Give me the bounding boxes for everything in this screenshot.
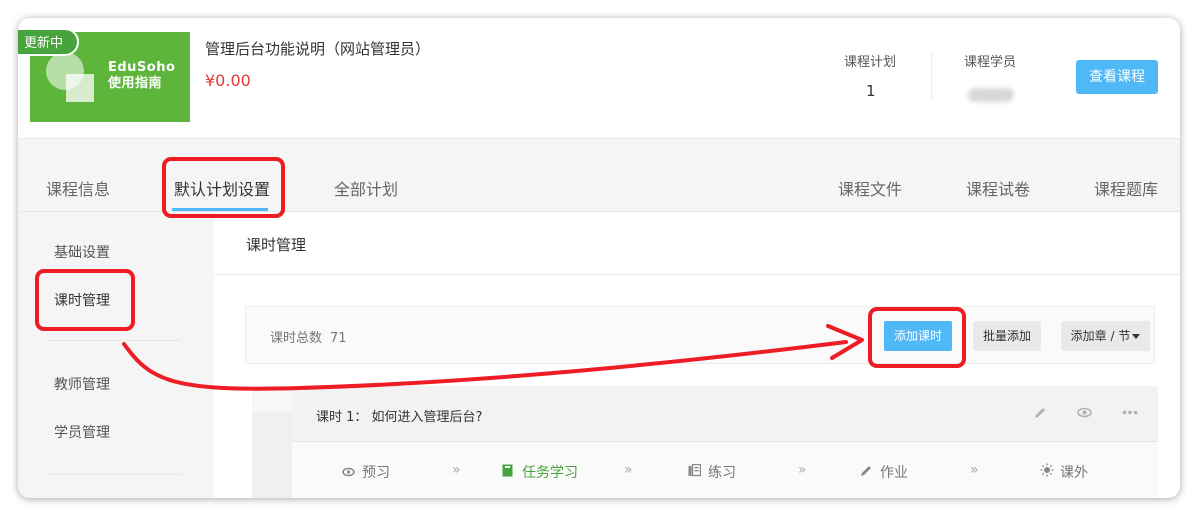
annotation-arrow <box>122 324 864 391</box>
